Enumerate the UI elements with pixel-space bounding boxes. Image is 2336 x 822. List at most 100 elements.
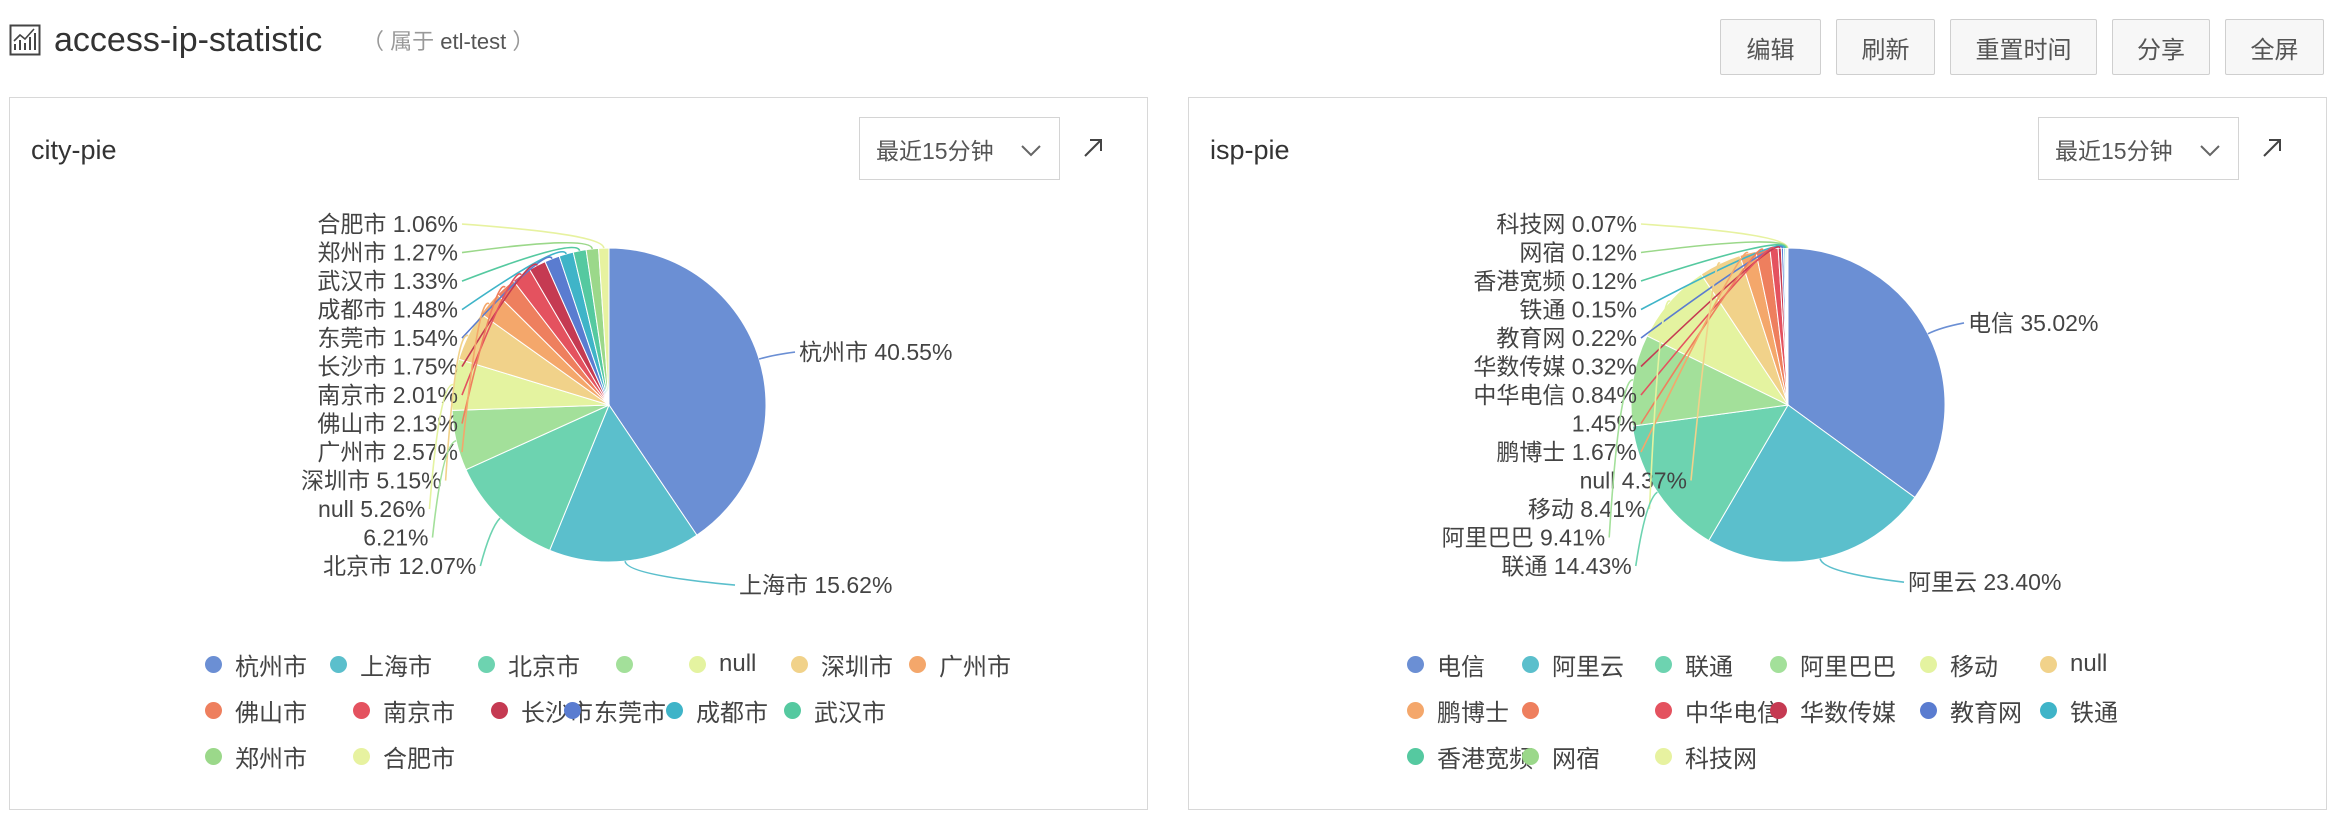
legend-label: 武汉市 (814, 699, 886, 727)
pie-slice-label: 郑州市 1.27% (317, 240, 458, 266)
legend-label: 科技网 (1685, 745, 1757, 773)
legend-color-dot (1770, 701, 1787, 719)
legend-color-dot (1770, 655, 1787, 673)
reset-time-button[interactable]: 重置时间 (1950, 19, 2097, 75)
legend-color-dot (205, 655, 222, 673)
pie-slice-label: 上海市 15.62% (739, 572, 892, 598)
legend-item[interactable]: 联通 (1655, 641, 1770, 687)
legend-item[interactable]: 成都市 (666, 687, 784, 733)
legend-color-dot (330, 655, 347, 673)
legend-item[interactable]: null (2040, 641, 2130, 687)
pie-slice-label: 教育网 0.22% (1496, 325, 1637, 351)
legend-color-dot (564, 701, 581, 719)
legend-color-dot (205, 701, 222, 719)
legend-item[interactable]: 铁通 (2040, 687, 2130, 733)
legend-color-dot (491, 701, 508, 719)
pie-slice-label: 北京市 12.07% (323, 553, 476, 579)
pie-slice-label: 1.45% (1572, 411, 1637, 437)
label-leader-line (479, 517, 501, 567)
pie-slice-label: 广州市 2.57% (317, 439, 458, 465)
pie-slice[interactable] (1786, 247, 1789, 406)
refresh-button[interactable]: 刷新 (1836, 19, 1935, 75)
legend-label: 铁通 (2070, 699, 2118, 727)
legend-item[interactable]: 鹏博士 (1407, 687, 1522, 733)
legend-color-dot (1407, 747, 1424, 765)
pie-slice-label: 中华电信 0.84% (1473, 382, 1637, 408)
legend-label: 南京市 (383, 699, 455, 727)
legend-item[interactable]: 佛山市 (205, 687, 353, 733)
legend-label: 郑州市 (235, 745, 307, 773)
pie-slice-label: 合肥市 1.06% (317, 211, 458, 237)
legend-item[interactable]: 合肥市 (353, 733, 491, 779)
legend-color-dot (1655, 747, 1672, 765)
legend-label: null (2070, 650, 2108, 677)
pie-slice-label: 杭州市 40.55% (799, 339, 952, 365)
pie-slice-label: 阿里巴巴 9.41% (1442, 525, 1606, 551)
legend-color-dot (1655, 655, 1672, 673)
legend-item[interactable]: 教育网 (1920, 687, 2040, 733)
legend-item[interactable]: 杭州市 (205, 641, 330, 687)
legend-item[interactable]: 网宿 (1522, 733, 1655, 779)
legend-label: 教育网 (1950, 699, 2022, 727)
legend-label: 佛山市 (235, 699, 307, 727)
legend-color-dot (1522, 701, 1539, 719)
owner-name[interactable]: etl-test (440, 29, 506, 54)
legend-item[interactable]: 中华电信 (1655, 687, 1781, 733)
legend-color-dot (1655, 701, 1672, 719)
legend-color-dot (784, 701, 801, 719)
legend-item[interactable]: 北京市 (478, 641, 616, 687)
legend-item[interactable]: null (689, 641, 791, 687)
legend-item[interactable]: 武汉市 (784, 687, 909, 733)
legend-color-dot (791, 655, 808, 673)
share-button[interactable]: 分享 (2112, 19, 2210, 75)
legend-color-dot (616, 655, 633, 673)
legend-item[interactable]: 科技网 (1655, 733, 1770, 779)
line-chart-icon (9, 24, 41, 56)
legend-item[interactable]: 长沙市 (491, 687, 593, 733)
legend-color-dot (1920, 701, 1937, 719)
legend-item[interactable]: 香港宽频 (1407, 733, 1533, 779)
legend-item[interactable]: 华数传媒 (1770, 687, 1920, 733)
legend-label: 华数传媒 (1800, 699, 1896, 727)
isp-pie-legend: 电信 阿里云 联通 阿里巴巴 移动 null 鹏博士 中华电信 华数传媒 教育网 铁通香港宽频 网宿 科… (1407, 641, 2207, 779)
fullscreen-button[interactable]: 全屏 (2225, 19, 2324, 75)
legend-item[interactable] (1522, 687, 1655, 733)
legend-label: 东莞市 (594, 699, 666, 727)
legend-label: 网宿 (1552, 745, 1600, 773)
legend-label: 上海市 (360, 653, 432, 681)
legend-color-dot (353, 701, 370, 719)
isp-pie-panel: isp-pie 最近15分钟 电信 35.02% 阿里云 23.40% 科技网 0.… (1188, 97, 2327, 810)
legend-label: 阿里云 (1552, 653, 1624, 681)
legend-item[interactable]: 东莞市 (564, 687, 666, 733)
legend-item[interactable]: 移动 (1920, 641, 2040, 687)
pie-slice-label: 长沙市 1.75% (317, 354, 458, 380)
owner-suffix: ） (506, 29, 535, 54)
legend-label: null (719, 650, 757, 677)
legend-item[interactable]: 阿里云 (1522, 641, 1655, 687)
legend-item[interactable]: 电信 (1407, 641, 1522, 687)
legend-item[interactable]: 郑州市 (205, 733, 353, 779)
legend-color-dot (909, 655, 926, 673)
legend-color-dot (1522, 747, 1539, 765)
legend-item[interactable] (616, 641, 689, 687)
pie-slice-label: 电信 35.02% (1968, 310, 2098, 336)
legend-item[interactable]: 南京市 (353, 687, 491, 733)
pie-slice-label: 6.21% (363, 525, 428, 551)
legend-color-dot (478, 655, 495, 673)
legend-color-dot (1407, 655, 1424, 673)
pie-slice-label: 东莞市 1.54% (317, 325, 458, 351)
pie-slice-label: 深圳市 5.15% (301, 468, 442, 494)
legend-item[interactable]: 阿里巴巴 (1770, 641, 1920, 687)
legend-label: 香港宽频 (1437, 745, 1533, 773)
pie-slice-label: null 5.26% (318, 496, 425, 522)
pie-slice-label: 南京市 2.01% (317, 382, 458, 408)
edit-button[interactable]: 编辑 (1720, 19, 1821, 75)
legend-label: 鹏博士 (1437, 699, 1509, 727)
pie-slice-label: 铁通 0.15% (1519, 297, 1637, 323)
legend-color-dot (2040, 655, 2057, 673)
legend-item[interactable]: 上海市 (330, 641, 478, 687)
legend-item[interactable]: 广州市 (909, 641, 1034, 687)
label-leader-line (1927, 322, 1965, 335)
city-pie-panel: city-pie 最近15分钟 杭州市 40.55% 上海市 15.62% 合肥市 … (9, 97, 1148, 810)
legend-item[interactable]: 深圳市 (791, 641, 909, 687)
